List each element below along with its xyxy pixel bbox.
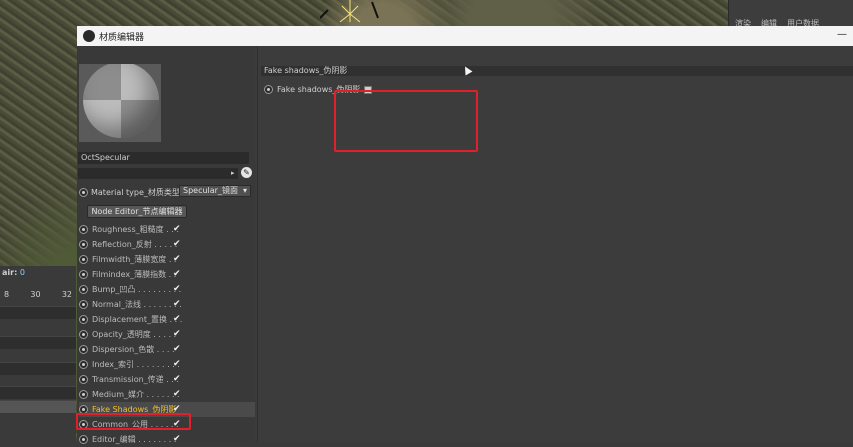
- channel-label: Filmwidth_薄膜宽度 . .: [92, 255, 177, 264]
- animate-radio-icon[interactable]: [264, 85, 273, 94]
- channel-item[interactable]: Editor_编辑 . . . . . . . . ✔: [79, 432, 255, 447]
- channel-label: Medium_媒介 . . . . . . .: [92, 390, 180, 399]
- channel-checkbox[interactable]: ✔: [173, 344, 181, 354]
- timeline-ticks: 8 30 32: [4, 290, 72, 299]
- animate-radio-icon[interactable]: [79, 270, 88, 279]
- channel-label: Transmission_传递 . . .: [92, 375, 179, 384]
- channel-label: Opacity_透明度 . . . . .: [92, 330, 177, 339]
- material-editor-window: 材质编辑器 — OctSpecular ▸ ✎ Material type_材质…: [76, 26, 853, 444]
- material-type-select[interactable]: Specular_镜面 ▾: [179, 185, 251, 197]
- channel-checkbox[interactable]: ✔: [173, 269, 181, 279]
- channel-checkbox[interactable]: ✔: [173, 299, 181, 309]
- channel-item[interactable]: Roughness_粗糙度 . . . ✔: [79, 222, 255, 237]
- node-editor-button[interactable]: Node Editor_节点编辑器: [87, 205, 187, 218]
- minimize-button[interactable]: —: [837, 29, 847, 40]
- channel-label: Normal_法线 . . . . . . . .: [92, 300, 182, 309]
- channel-label: Displacement_置换 . . .: [92, 315, 183, 324]
- material-preview[interactable]: [79, 64, 161, 142]
- animate-radio-icon[interactable]: [79, 240, 88, 249]
- light-object-icon: [320, 0, 379, 23]
- highlight-box-param: [334, 90, 478, 152]
- channel-checkbox[interactable]: ✔: [173, 314, 181, 324]
- channel-label: Filmindex_薄膜指数 . .: [92, 270, 177, 279]
- pick-icon[interactable]: ✎: [241, 167, 252, 178]
- channel-item[interactable]: Dispersion_色散 . . . . ✔: [79, 342, 255, 357]
- animate-radio-icon[interactable]: [79, 255, 88, 264]
- channel-label: Editor_编辑 . . . . . . . .: [92, 435, 177, 444]
- material-type-row: Material type_材质类型 Specular_镜面 ▾: [79, 185, 253, 198]
- channel-label: Bump_凹凸 . . . . . . . . .: [92, 285, 182, 294]
- timeline-panel: air: 0 8 30 32: [0, 266, 76, 442]
- highlight-box-fake-shadows: [76, 413, 191, 430]
- section-header: Fake shadows_伪阴影: [261, 66, 853, 76]
- channel-item[interactable]: Filmwidth_薄膜宽度 . . ✔: [79, 252, 255, 267]
- track-bar[interactable]: [0, 336, 76, 349]
- app-logo-icon: [83, 30, 95, 42]
- channel-checkbox[interactable]: ✔: [173, 374, 181, 384]
- channel-checkbox[interactable]: ✔: [173, 224, 181, 234]
- track-bar[interactable]: [0, 306, 76, 319]
- channel-checkbox[interactable]: ✔: [173, 329, 181, 339]
- channel-item[interactable]: Filmindex_薄膜指数 . . ✔: [79, 267, 255, 282]
- animate-radio-icon[interactable]: [79, 225, 88, 234]
- window-titlebar[interactable]: 材质编辑器 —: [77, 26, 853, 46]
- channel-settings-pane: Fake shadows_伪阴影 Fake shadows_伪阴影: [257, 46, 853, 442]
- channel-label: Roughness_粗糙度 . . .: [92, 225, 179, 234]
- channel-label: Index_索引 . . . . . . . . .: [92, 360, 180, 369]
- material-name-field[interactable]: OctSpecular: [78, 152, 249, 164]
- material-subfield[interactable]: [78, 168, 238, 179]
- field-arrow-icon[interactable]: ▸: [231, 169, 235, 177]
- animate-radio-icon[interactable]: [79, 300, 88, 309]
- track-bar[interactable]: [0, 362, 76, 375]
- channel-item[interactable]: Opacity_透明度 . . . . . ✔: [79, 327, 255, 342]
- track-bar-active[interactable]: [0, 400, 76, 413]
- channel-checkbox[interactable]: ✔: [173, 434, 181, 444]
- animate-radio-icon[interactable]: [79, 345, 88, 354]
- channel-checkbox[interactable]: ✔: [173, 389, 181, 399]
- preview-sphere: [83, 64, 159, 138]
- animate-radio-icon[interactable]: [79, 330, 88, 339]
- animate-radio-icon[interactable]: [79, 435, 88, 444]
- channel-checkbox[interactable]: ✔: [173, 359, 181, 369]
- animate-radio-icon[interactable]: [79, 390, 88, 399]
- animate-radio-icon[interactable]: [79, 285, 88, 294]
- channel-label: Dispersion_色散 . . . .: [92, 345, 175, 354]
- channel-item[interactable]: Medium_媒介 . . . . . . . ✔: [79, 387, 255, 402]
- channel-item[interactable]: Normal_法线 . . . . . . . . ✔: [79, 297, 255, 312]
- channel-checkbox[interactable]: ✔: [173, 254, 181, 264]
- chevron-down-icon: ▾: [242, 186, 247, 195]
- track-bar[interactable]: [0, 386, 76, 399]
- window-title: 材质编辑器: [99, 33, 145, 43]
- animate-radio-icon[interactable]: [79, 375, 88, 384]
- frame-readout: air: 0: [2, 268, 25, 277]
- channel-list-pane: OctSpecular ▸ ✎ Material type_材质类型 Specu…: [76, 46, 255, 444]
- channel-checkbox[interactable]: ✔: [173, 239, 181, 249]
- material-type-label: Material type_材质类型: [91, 187, 180, 197]
- channel-item[interactable]: Transmission_传递 . . . ✔: [79, 372, 255, 387]
- animate-radio-icon[interactable]: [79, 187, 88, 197]
- channel-checkbox[interactable]: ✔: [173, 284, 181, 294]
- channel-label: Reflection_反射 . . . . .: [92, 240, 178, 249]
- animate-radio-icon[interactable]: [79, 360, 88, 369]
- channel-item[interactable]: Displacement_置换 . . . ✔: [79, 312, 255, 327]
- animate-radio-icon[interactable]: [79, 315, 88, 324]
- channel-item[interactable]: Bump_凹凸 . . . . . . . . . ✔: [79, 282, 255, 297]
- channel-item[interactable]: Index_索引 . . . . . . . . . ✔: [79, 357, 255, 372]
- channel-item[interactable]: Reflection_反射 . . . . . ✔: [79, 237, 255, 252]
